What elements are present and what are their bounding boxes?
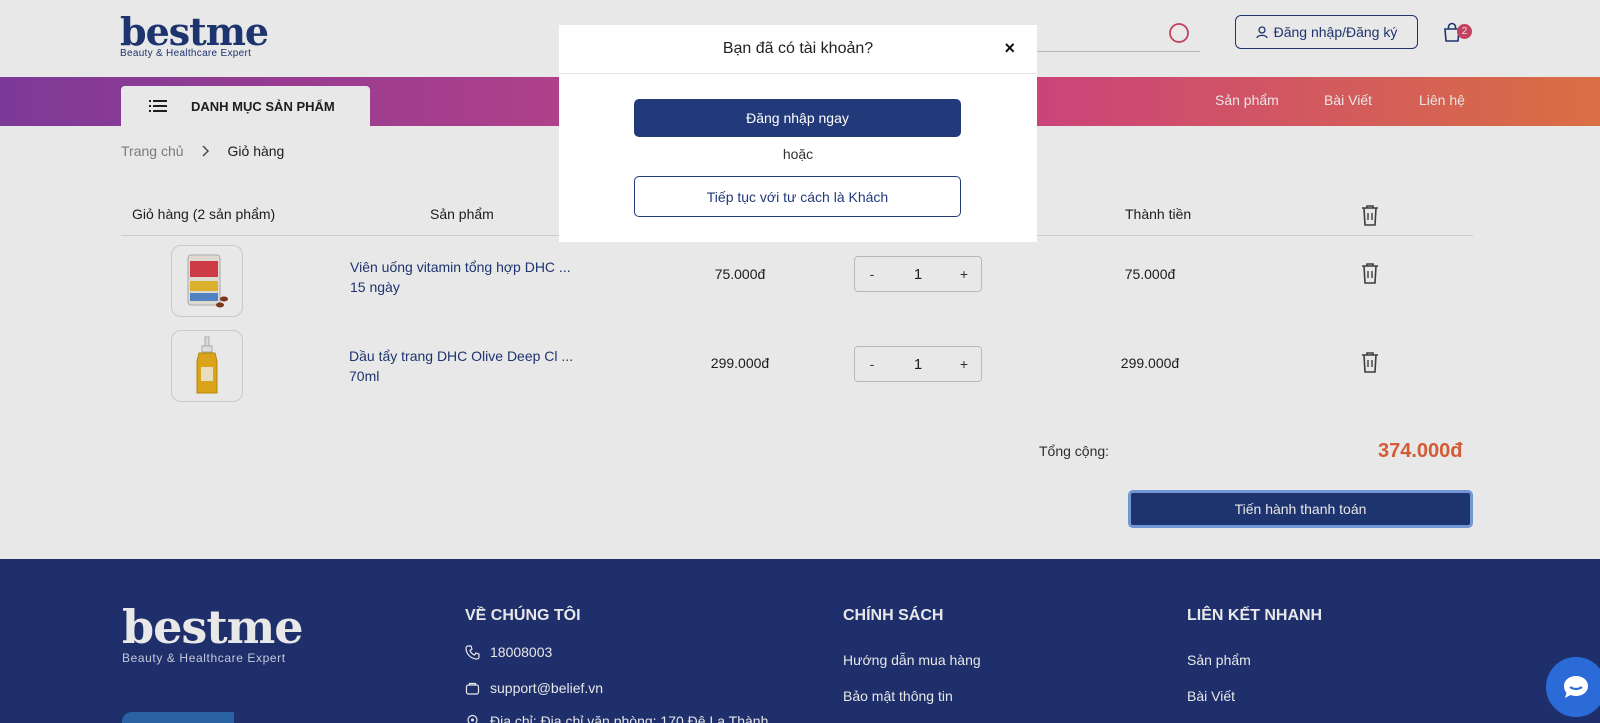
account-prompt-modal: Bạn đã có tài khoản? × Đăng nhập ngay ho…: [559, 25, 1037, 242]
chat-bubble-icon: [1564, 676, 1588, 698]
chat-widget-button[interactable]: [1546, 657, 1600, 717]
continue-as-guest-button[interactable]: Tiếp tục với tư cách là Khách: [634, 176, 961, 217]
modal-title: Bạn đã có tài khoản?: [722, 40, 874, 57]
close-icon[interactable]: ×: [1004, 38, 1015, 59]
or-separator: hoặc: [782, 146, 814, 162]
modal-header: Bạn đã có tài khoản? ×: [559, 25, 1037, 74]
login-now-button[interactable]: Đăng nhập ngay: [634, 99, 961, 137]
